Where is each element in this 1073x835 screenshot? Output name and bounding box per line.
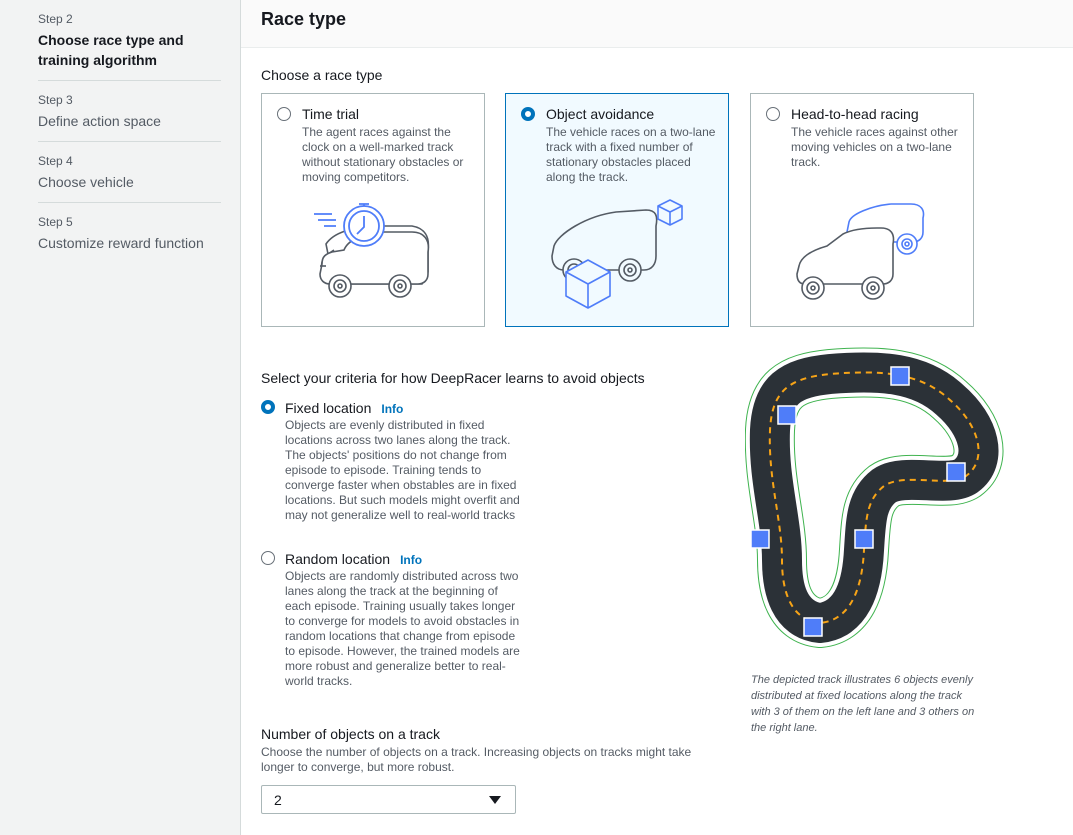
radio-button[interactable] xyxy=(766,107,780,121)
option-fixed-location[interactable]: Fixed location Info xyxy=(285,400,403,416)
step-2-nav[interactable]: Step 2 Choose race type and training alg… xyxy=(38,12,221,70)
option-description: Objects are evenly distributed in fixed … xyxy=(285,418,520,522)
track-object-marker xyxy=(854,529,874,549)
wizard-sidebar: Step 2 Choose race type and training alg… xyxy=(0,0,241,835)
card-description: The agent races against the clock on a w… xyxy=(302,125,464,184)
track-illustration xyxy=(745,347,1004,648)
step-3-nav[interactable]: Step 3 Define action space xyxy=(38,93,221,131)
two-cars-icon xyxy=(796,203,925,300)
step-title: Customize reward function xyxy=(38,235,204,251)
select-value: 2 xyxy=(274,792,282,808)
divider xyxy=(38,80,221,81)
step-5-nav[interactable]: Step 5 Customize reward function xyxy=(38,215,221,253)
track-object-marker xyxy=(946,462,966,482)
radio-button[interactable] xyxy=(277,107,291,121)
page-title: Race type xyxy=(261,9,347,29)
step-title: Choose race type and training algorithm xyxy=(38,32,184,68)
card-description: The vehicle races on a two-lane track wi… xyxy=(546,125,716,184)
track-object-marker xyxy=(750,529,770,549)
card-title: Head-to-head racing xyxy=(791,106,919,122)
radio-random-location[interactable] xyxy=(261,551,275,565)
num-objects-title: Number of objects on a track xyxy=(261,726,440,742)
step-title: Define action space xyxy=(38,113,161,129)
option-title: Fixed location xyxy=(285,400,372,416)
criteria-label: Select your criteria for how DeepRacer l… xyxy=(261,370,645,386)
card-description: The vehicle races against other moving v… xyxy=(791,125,958,169)
step-number: Step 5 xyxy=(38,215,73,229)
card-title: Time trial xyxy=(302,106,360,122)
num-objects-select[interactable]: 2 xyxy=(261,785,516,814)
option-title: Random location xyxy=(285,551,391,567)
radio-fixed-location[interactable] xyxy=(261,400,275,414)
track-caption: The depicted track illustrates 6 objects… xyxy=(751,674,975,734)
car-with-boxes-icon xyxy=(551,199,683,309)
caret-down-icon xyxy=(489,796,501,804)
num-objects-description: Choose the number of objects on a track.… xyxy=(261,745,692,774)
radio-button-selected[interactable] xyxy=(521,107,535,121)
info-link[interactable]: Info xyxy=(400,553,422,567)
stopwatch-car-icon xyxy=(314,203,430,298)
section-header: Race type xyxy=(241,0,1073,48)
divider xyxy=(38,141,221,142)
race-type-card-object-avoidance[interactable]: Object avoidance The vehicle races on a … xyxy=(505,93,729,327)
race-type-card-time-trial[interactable]: Time trial The agent races against the c… xyxy=(261,93,485,327)
option-description: Objects are randomly distributed across … xyxy=(285,569,520,688)
track-object-marker xyxy=(777,405,797,425)
info-link[interactable]: Info xyxy=(381,402,403,416)
step-number: Step 3 xyxy=(38,93,73,107)
step-number: Step 2 xyxy=(38,12,73,26)
track-object-marker xyxy=(890,366,910,386)
divider xyxy=(38,202,221,203)
option-random-location[interactable]: Random location Info xyxy=(285,551,422,567)
race-type-label: Choose a race type xyxy=(261,67,383,83)
card-title: Object avoidance xyxy=(546,106,655,122)
race-type-card-head-to-head[interactable]: Head-to-head racing The vehicle races ag… xyxy=(750,93,974,327)
track-object-marker xyxy=(803,617,823,637)
step-number: Step 4 xyxy=(38,154,73,168)
step-title: Choose vehicle xyxy=(38,174,134,190)
step-4-nav[interactable]: Step 4 Choose vehicle xyxy=(38,154,221,192)
